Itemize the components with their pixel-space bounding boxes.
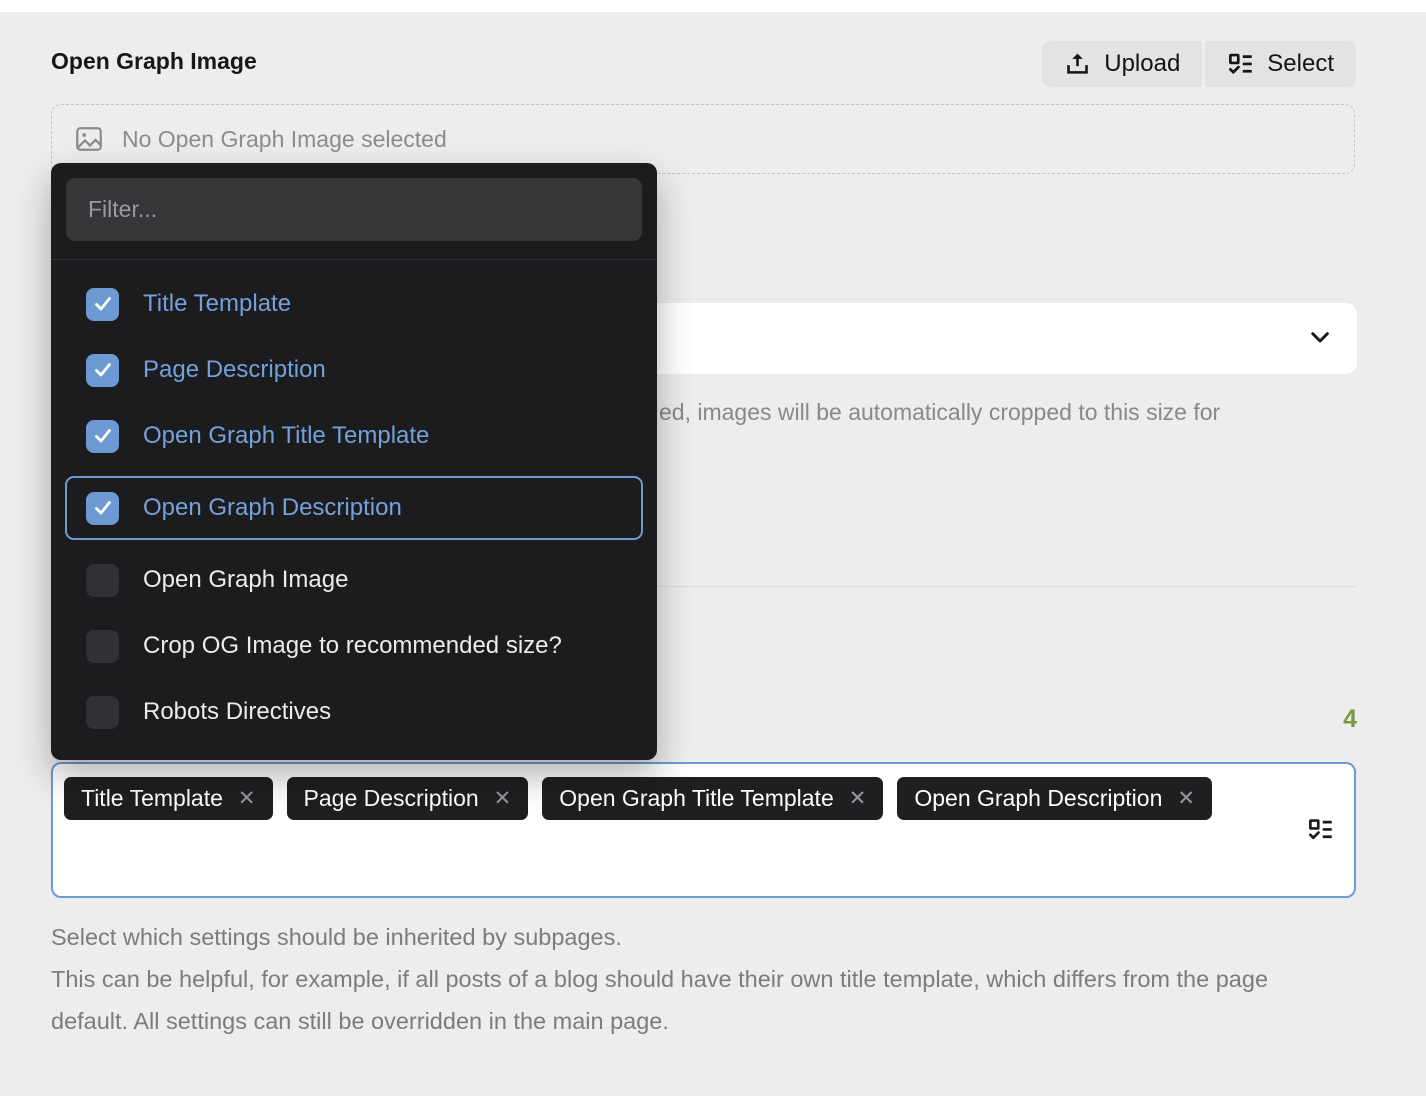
checklist-icon[interactable] [1307,817,1334,844]
crop-helper-text-fragment: ed, images will be automatically cropped… [659,399,1220,426]
check-icon [93,426,113,446]
field-instructions: Select which settings should be inherite… [51,916,1339,1042]
option-robots-directives[interactable]: Robots Directives [65,686,643,738]
option-open-graph-image[interactable]: Open Graph Image [65,554,643,606]
check-icon [93,360,113,380]
remove-tag-icon[interactable]: ✕ [238,788,256,809]
chevron-down-icon [1306,323,1333,355]
dropdown-option-list: Title Template Page Description Open Gra… [51,260,657,756]
upload-button[interactable]: Upload [1042,41,1202,87]
check-icon [93,294,113,314]
inherit-settings-field[interactable]: Title Template ✕ Page Description ✕ Open… [51,762,1356,898]
field-label: Open Graph Image [51,48,257,75]
image-icon [74,124,104,154]
option-open-graph-title-template[interactable]: Open Graph Title Template [65,410,643,462]
tag-open-graph-title-template[interactable]: Open Graph Title Template ✕ [542,777,883,820]
remove-tag-icon[interactable]: ✕ [494,788,512,809]
checkbox-unchecked[interactable] [86,564,119,597]
placeholder-text: No Open Graph Image selected [122,126,447,153]
page: Open Graph Image Upload Select [0,0,1426,1096]
checklist-icon [1227,51,1254,78]
selected-count-badge: 4 [1343,705,1357,734]
asset-actions: Upload Select [1042,41,1356,87]
checkbox-checked[interactable] [86,420,119,453]
filter-input[interactable] [66,178,642,241]
checkbox-checked[interactable] [86,492,119,525]
checkbox-checked[interactable] [86,354,119,387]
checkbox-unchecked[interactable] [86,696,119,729]
tag-list: Title Template ✕ Page Description ✕ Open… [64,777,1284,820]
tag-title-template[interactable]: Title Template ✕ [64,777,273,820]
checkbox-unchecked[interactable] [86,630,119,663]
check-icon [93,498,113,518]
option-page-description[interactable]: Page Description [65,344,643,396]
instructions-line-2: This can be helpful, for example, if all… [51,958,1339,1042]
upload-icon [1064,51,1091,78]
option-open-graph-description[interactable]: Open Graph Description [65,476,643,540]
tag-open-graph-description[interactable]: Open Graph Description ✕ [897,777,1212,820]
tag-page-description[interactable]: Page Description ✕ [287,777,529,820]
top-strip [0,0,1426,12]
checkbox-checked[interactable] [86,288,119,321]
instructions-line-1: Select which settings should be inherite… [51,916,1339,958]
remove-tag-icon[interactable]: ✕ [849,788,867,809]
select-button[interactable]: Select [1205,41,1356,87]
option-title-template[interactable]: Title Template [65,278,643,330]
option-crop-og-image[interactable]: Crop OG Image to recommended size? [65,620,643,672]
options-dropdown: Title Template Page Description Open Gra… [51,163,657,760]
remove-tag-icon[interactable]: ✕ [1177,788,1195,809]
